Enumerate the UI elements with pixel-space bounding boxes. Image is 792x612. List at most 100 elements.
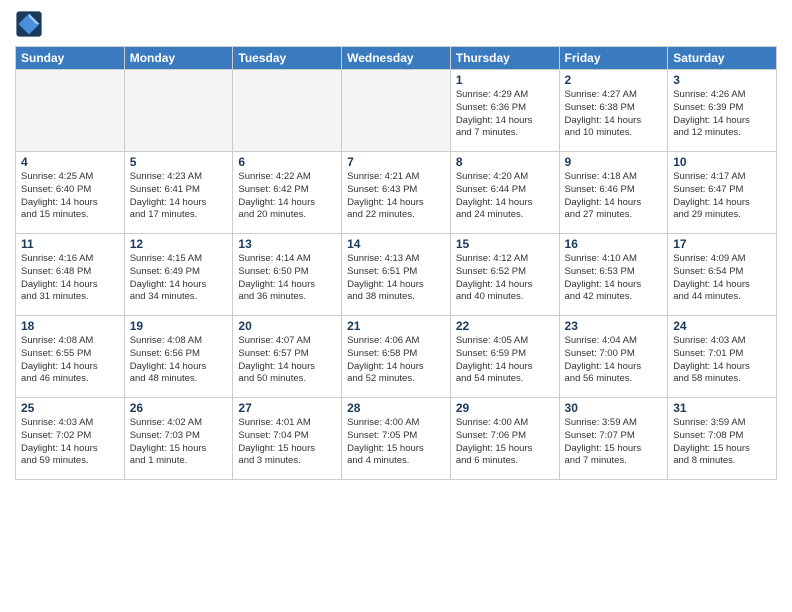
day-info: Sunrise: 4:27 AM Sunset: 6:38 PM Dayligh… — [565, 89, 663, 140]
day-number: 15 — [456, 237, 554, 251]
calendar-cell: 26Sunrise: 4:02 AM Sunset: 7:03 PM Dayli… — [124, 398, 233, 480]
calendar-cell: 22 Sunrise: 4:05 AM Sunset: 6:59 PM Dayli… — [450, 316, 559, 398]
week-row-1: 4 Sunrise: 4:25 AM Sunset: 6:40 PM Daylig… — [16, 152, 777, 234]
day-info: Sunrise: 4:06 AM Sunset: 6:58 PM Dayligh… — [347, 335, 445, 386]
day-info: Sunrise: 4:09 AM Sunset: 6:54 PM Dayligh… — [673, 253, 771, 304]
day-number: 18 — [21, 319, 119, 333]
calendar-cell: 17 Sunrise: 4:09 AM Sunset: 6:54 PM Dayli… — [668, 234, 777, 316]
calendar-cell: 4 Sunrise: 4:25 AM Sunset: 6:40 PM Daylig… — [16, 152, 125, 234]
day-info: Sunrise: 4:08 AM Sunset: 6:56 PM Dayligh… — [130, 335, 228, 386]
day-info: Sunrise: 4:10 AM Sunset: 6:53 PM Dayligh… — [565, 253, 663, 304]
calendar-cell: 1Sunrise: 4:29 AM Sunset: 6:36 PM Daylig… — [450, 70, 559, 152]
calendar-cell: 13 Sunrise: 4:14 AM Sunset: 6:50 PM Dayli… — [233, 234, 342, 316]
day-number: 16 — [565, 237, 663, 251]
day-number: 1 — [456, 73, 554, 87]
calendar-cell: 9Sunrise: 4:18 AM Sunset: 6:46 PM Daylig… — [559, 152, 668, 234]
calendar-cell: 8 Sunrise: 4:20 AM Sunset: 6:44 PM Daylig… — [450, 152, 559, 234]
calendar-cell: 14 Sunrise: 4:13 AM Sunset: 6:51 PM Dayli… — [342, 234, 451, 316]
logo-icon — [15, 10, 43, 38]
calendar-cell: 7Sunrise: 4:21 AM Sunset: 6:43 PM Daylig… — [342, 152, 451, 234]
weekday-header-sunday: Sunday — [16, 47, 125, 70]
calendar-cell — [124, 70, 233, 152]
week-row-3: 18 Sunrise: 4:08 AM Sunset: 6:55 PM Dayli… — [16, 316, 777, 398]
calendar-cell: 6 Sunrise: 4:22 AM Sunset: 6:42 PM Daylig… — [233, 152, 342, 234]
calendar-cell: 19 Sunrise: 4:08 AM Sunset: 6:56 PM Dayli… — [124, 316, 233, 398]
weekday-header-saturday: Saturday — [668, 47, 777, 70]
calendar-table: SundayMondayTuesdayWednesdayThursdayFrid… — [15, 46, 777, 480]
calendar-cell: 28Sunrise: 4:00 AM Sunset: 7:05 PM Dayli… — [342, 398, 451, 480]
day-number: 6 — [238, 155, 336, 169]
logo — [15, 10, 46, 38]
day-info: Sunrise: 4:14 AM Sunset: 6:50 PM Dayligh… — [238, 253, 336, 304]
day-info: Sunrise: 4:08 AM Sunset: 6:55 PM Dayligh… — [21, 335, 119, 386]
calendar-cell — [233, 70, 342, 152]
calendar-cell: 3Sunrise: 4:26 AM Sunset: 6:39 PM Daylig… — [668, 70, 777, 152]
day-number: 21 — [347, 319, 445, 333]
day-number: 24 — [673, 319, 771, 333]
calendar-cell: 24 Sunrise: 4:03 AM Sunset: 7:01 PM Dayli… — [668, 316, 777, 398]
day-number: 23 — [565, 319, 663, 333]
calendar-cell: 11Sunrise: 4:16 AM Sunset: 6:48 PM Dayli… — [16, 234, 125, 316]
calendar-cell: 12 Sunrise: 4:15 AM Sunset: 6:49 PM Dayli… — [124, 234, 233, 316]
calendar-cell: 2 Sunrise: 4:27 AM Sunset: 6:38 PM Daylig… — [559, 70, 668, 152]
day-info: Sunrise: 4:13 AM Sunset: 6:51 PM Dayligh… — [347, 253, 445, 304]
day-number: 30 — [565, 401, 663, 415]
weekday-header-friday: Friday — [559, 47, 668, 70]
calendar-cell: 29 Sunrise: 4:00 AM Sunset: 7:06 PM Dayli… — [450, 398, 559, 480]
page: SundayMondayTuesdayWednesdayThursdayFrid… — [0, 0, 792, 612]
day-info: Sunrise: 4:20 AM Sunset: 6:44 PM Dayligh… — [456, 171, 554, 222]
day-number: 2 — [565, 73, 663, 87]
day-info: Sunrise: 4:02 AM Sunset: 7:03 PM Dayligh… — [130, 417, 228, 468]
day-info: Sunrise: 4:04 AM Sunset: 7:00 PM Dayligh… — [565, 335, 663, 386]
weekday-header-tuesday: Tuesday — [233, 47, 342, 70]
day-info: Sunrise: 4:25 AM Sunset: 6:40 PM Dayligh… — [21, 171, 119, 222]
calendar-cell: 10 Sunrise: 4:17 AM Sunset: 6:47 PM Dayli… — [668, 152, 777, 234]
week-row-0: 1Sunrise: 4:29 AM Sunset: 6:36 PM Daylig… — [16, 70, 777, 152]
calendar-cell: 23 Sunrise: 4:04 AM Sunset: 7:00 PM Dayli… — [559, 316, 668, 398]
calendar-cell: 15 Sunrise: 4:12 AM Sunset: 6:52 PM Dayli… — [450, 234, 559, 316]
calendar-cell: 27 Sunrise: 4:01 AM Sunset: 7:04 PM Dayli… — [233, 398, 342, 480]
calendar-cell: 16 Sunrise: 4:10 AM Sunset: 6:53 PM Dayli… — [559, 234, 668, 316]
week-row-2: 11Sunrise: 4:16 AM Sunset: 6:48 PM Dayli… — [16, 234, 777, 316]
day-number: 17 — [673, 237, 771, 251]
calendar-cell: 18 Sunrise: 4:08 AM Sunset: 6:55 PM Dayli… — [16, 316, 125, 398]
day-number: 27 — [238, 401, 336, 415]
day-info: Sunrise: 4:17 AM Sunset: 6:47 PM Dayligh… — [673, 171, 771, 222]
day-number: 31 — [673, 401, 771, 415]
calendar-cell: 21 Sunrise: 4:06 AM Sunset: 6:58 PM Dayli… — [342, 316, 451, 398]
weekday-header-row: SundayMondayTuesdayWednesdayThursdayFrid… — [16, 47, 777, 70]
day-number: 3 — [673, 73, 771, 87]
day-info: Sunrise: 4:05 AM Sunset: 6:59 PM Dayligh… — [456, 335, 554, 386]
calendar-cell — [16, 70, 125, 152]
day-info: Sunrise: 4:07 AM Sunset: 6:57 PM Dayligh… — [238, 335, 336, 386]
day-info: Sunrise: 3:59 AM Sunset: 7:08 PM Dayligh… — [673, 417, 771, 468]
day-info: Sunrise: 4:00 AM Sunset: 7:06 PM Dayligh… — [456, 417, 554, 468]
day-number: 29 — [456, 401, 554, 415]
day-info: Sunrise: 4:23 AM Sunset: 6:41 PM Dayligh… — [130, 171, 228, 222]
weekday-header-thursday: Thursday — [450, 47, 559, 70]
day-info: Sunrise: 4:12 AM Sunset: 6:52 PM Dayligh… — [456, 253, 554, 304]
day-info: Sunrise: 4:15 AM Sunset: 6:49 PM Dayligh… — [130, 253, 228, 304]
day-number: 12 — [130, 237, 228, 251]
day-number: 20 — [238, 319, 336, 333]
day-info: Sunrise: 4:01 AM Sunset: 7:04 PM Dayligh… — [238, 417, 336, 468]
day-info: Sunrise: 3:59 AM Sunset: 7:07 PM Dayligh… — [565, 417, 663, 468]
calendar-cell: 20 Sunrise: 4:07 AM Sunset: 6:57 PM Dayli… — [233, 316, 342, 398]
calendar-cell: 30 Sunrise: 3:59 AM Sunset: 7:07 PM Dayli… — [559, 398, 668, 480]
day-number: 25 — [21, 401, 119, 415]
day-info: Sunrise: 4:22 AM Sunset: 6:42 PM Dayligh… — [238, 171, 336, 222]
day-info: Sunrise: 4:03 AM Sunset: 7:01 PM Dayligh… — [673, 335, 771, 386]
week-row-4: 25Sunrise: 4:03 AM Sunset: 7:02 PM Dayli… — [16, 398, 777, 480]
day-number: 4 — [21, 155, 119, 169]
day-number: 8 — [456, 155, 554, 169]
day-number: 28 — [347, 401, 445, 415]
day-number: 13 — [238, 237, 336, 251]
calendar-cell: 31 Sunrise: 3:59 AM Sunset: 7:08 PM Dayli… — [668, 398, 777, 480]
day-number: 19 — [130, 319, 228, 333]
day-number: 10 — [673, 155, 771, 169]
day-info: Sunrise: 4:21 AM Sunset: 6:43 PM Dayligh… — [347, 171, 445, 222]
day-number: 22 — [456, 319, 554, 333]
calendar-cell: 25Sunrise: 4:03 AM Sunset: 7:02 PM Dayli… — [16, 398, 125, 480]
day-number: 14 — [347, 237, 445, 251]
weekday-header-wednesday: Wednesday — [342, 47, 451, 70]
